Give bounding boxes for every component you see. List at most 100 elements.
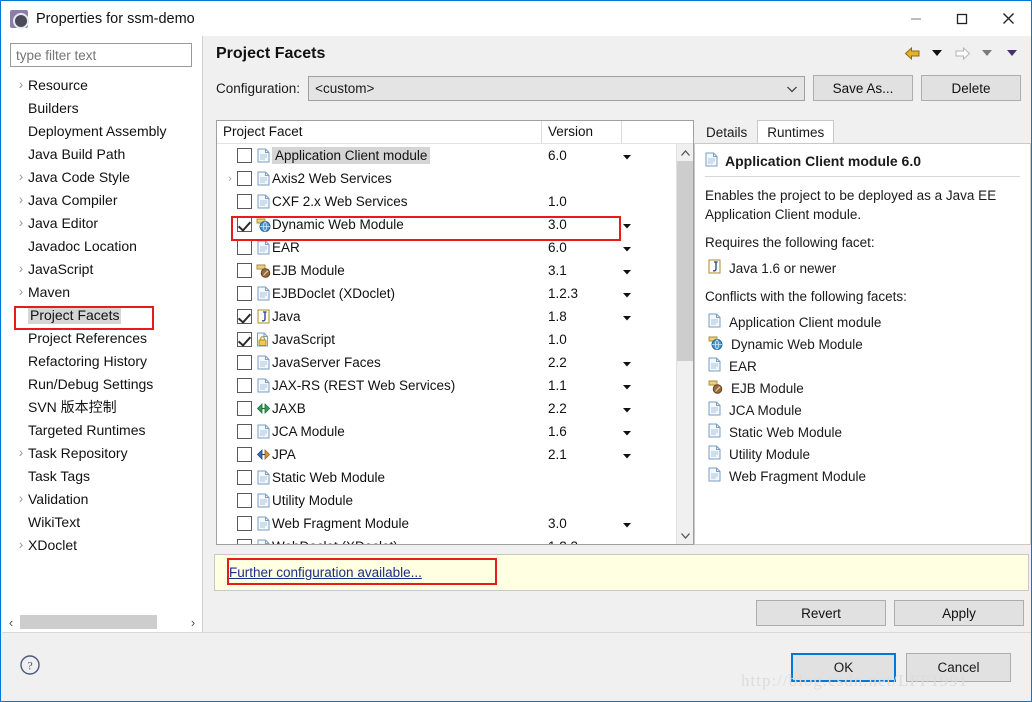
facet-version[interactable]: 2.2 — [548, 355, 567, 370]
expand-chevron-right-icon[interactable]: › — [14, 77, 28, 92]
facet-row[interactable]: JavaScript 1.0 — [217, 328, 693, 351]
more-menu-chevron-down-icon[interactable] — [1001, 43, 1023, 65]
sidebar-item-task-repository[interactable]: › Task Repository — [2, 441, 202, 464]
forward-menu-chevron-down-icon[interactable] — [976, 43, 998, 65]
version-dropdown-chevron-down-icon[interactable] — [622, 424, 632, 439]
facet-row[interactable]: Java 1.8 — [217, 305, 693, 328]
facet-version[interactable]: 2.2 — [548, 401, 567, 416]
scroll-down-chevron-down-icon[interactable] — [677, 527, 693, 544]
facet-version[interactable]: 6.0 — [548, 240, 567, 255]
apply-button[interactable]: Apply — [894, 600, 1024, 626]
expand-chevron-right-icon[interactable]: › — [14, 192, 28, 207]
facet-checkbox[interactable] — [237, 424, 252, 439]
scroll-up-chevron-up-icon[interactable] — [677, 144, 693, 161]
facet-version[interactable]: 3.1 — [548, 263, 567, 278]
facet-checkbox[interactable] — [237, 286, 252, 301]
sidebar-item-deployment-assembly[interactable]: Deployment Assembly — [2, 119, 202, 142]
expand-chevron-right-icon[interactable]: › — [223, 173, 237, 185]
facet-row[interactable]: Application Client module 6.0 — [217, 144, 693, 167]
version-dropdown-chevron-down-icon[interactable] — [622, 539, 632, 544]
facet-version[interactable]: 1.0 — [548, 194, 567, 209]
facet-version[interactable]: 1.1 — [548, 378, 567, 393]
version-dropdown-chevron-down-icon[interactable] — [622, 447, 632, 462]
hscroll-thumb[interactable] — [20, 615, 157, 629]
facet-checkbox[interactable] — [237, 309, 252, 324]
facet-row[interactable]: Utility Module — [217, 489, 693, 512]
facet-row[interactable]: Static Web Module — [217, 466, 693, 489]
maximize-button[interactable] — [939, 1, 985, 36]
facet-checkbox[interactable] — [237, 516, 252, 531]
sidebar-horizontal-scrollbar[interactable]: ‹ › — [2, 612, 202, 632]
facet-version[interactable]: 3.0 — [548, 217, 567, 232]
facet-row[interactable]: WebDoclet (XDoclet) 1.2.3 — [217, 535, 693, 544]
facets-scroll-thumb[interactable] — [677, 161, 693, 361]
sidebar-item-java-editor[interactable]: › Java Editor — [2, 211, 202, 234]
facet-checkbox[interactable] — [237, 493, 252, 508]
facet-version[interactable]: 1.8 — [548, 309, 567, 324]
version-dropdown-chevron-down-icon[interactable] — [622, 217, 632, 232]
save-as-button[interactable]: Save As... — [813, 75, 913, 101]
scroll-left-icon[interactable]: ‹ — [2, 612, 20, 632]
sidebar-item-project-references[interactable]: Project References — [2, 326, 202, 349]
scroll-right-icon[interactable]: › — [184, 612, 202, 632]
configuration-combobox[interactable]: <custom> — [308, 75, 805, 101]
version-dropdown-chevron-down-icon[interactable] — [622, 355, 632, 370]
facet-row[interactable]: EAR 6.0 — [217, 236, 693, 259]
facet-checkbox[interactable] — [237, 148, 252, 163]
sidebar-item-run-debug-settings[interactable]: Run/Debug Settings — [2, 372, 202, 395]
facet-checkbox[interactable] — [237, 355, 252, 370]
facet-row[interactable]: JAXB 2.2 — [217, 397, 693, 420]
facet-row[interactable]: JCA Module 1.6 — [217, 420, 693, 443]
facet-row[interactable]: CXF 2.x Web Services 1.0 — [217, 190, 693, 213]
version-dropdown-chevron-down-icon[interactable] — [622, 263, 632, 278]
tab-details[interactable]: Details — [696, 120, 758, 143]
facet-version[interactable]: 1.2.3 — [548, 539, 578, 544]
version-dropdown-chevron-down-icon[interactable] — [622, 148, 632, 163]
sidebar-item-xdoclet[interactable]: › XDoclet — [2, 533, 202, 556]
facet-row[interactable]: EJB Module 3.1 — [217, 259, 693, 282]
version-dropdown-chevron-down-icon[interactable] — [622, 240, 632, 255]
filter-input[interactable] — [10, 43, 192, 67]
sidebar-item-maven[interactable]: › Maven — [2, 280, 202, 303]
facet-checkbox[interactable] — [237, 263, 252, 278]
expand-chevron-right-icon[interactable]: › — [14, 491, 28, 506]
expand-chevron-right-icon[interactable]: › — [14, 284, 28, 299]
sidebar-item-java-build-path[interactable]: Java Build Path — [2, 142, 202, 165]
back-menu-chevron-down-icon[interactable] — [926, 43, 948, 65]
facet-row[interactable]: › Axis2 Web Services — [217, 167, 693, 190]
version-dropdown-chevron-down-icon[interactable] — [622, 516, 632, 531]
sidebar-item-project-facets[interactable]: Project Facets — [2, 303, 202, 326]
facet-version[interactable]: 3.0 — [548, 516, 567, 531]
sidebar-item-javadoc-location[interactable]: Javadoc Location — [2, 234, 202, 257]
help-question-icon[interactable]: ? — [19, 654, 41, 676]
sidebar-item-java-compiler[interactable]: › Java Compiler — [2, 188, 202, 211]
facet-checkbox[interactable] — [237, 240, 252, 255]
column-header-project-facet[interactable]: Project Facet — [217, 121, 542, 143]
facet-version[interactable]: 1.0 — [548, 332, 567, 347]
facet-checkbox[interactable] — [237, 378, 252, 393]
expand-chevron-right-icon[interactable]: › — [14, 537, 28, 552]
version-dropdown-chevron-down-icon[interactable] — [622, 309, 632, 324]
back-arrow-icon[interactable] — [901, 43, 923, 65]
close-button[interactable] — [985, 1, 1031, 36]
facet-checkbox[interactable] — [237, 470, 252, 485]
sidebar-item-refactoring-history[interactable]: Refactoring History — [2, 349, 202, 372]
expand-chevron-right-icon[interactable]: › — [14, 445, 28, 460]
delete-button[interactable]: Delete — [921, 75, 1021, 101]
facet-version[interactable]: 1.6 — [548, 424, 567, 439]
sidebar-item-svn[interactable]: SVN 版本控制 — [2, 395, 202, 418]
hscroll-track[interactable] — [20, 615, 184, 629]
facet-version[interactable]: 2.1 — [548, 447, 567, 462]
facet-checkbox[interactable] — [237, 194, 252, 209]
expand-chevron-right-icon[interactable]: › — [14, 261, 28, 276]
facet-checkbox[interactable] — [237, 217, 252, 232]
sidebar-item-wikitext[interactable]: WikiText — [2, 510, 202, 533]
facets-vertical-scrollbar[interactable] — [676, 144, 693, 544]
revert-button[interactable]: Revert — [756, 600, 886, 626]
further-configuration-link[interactable]: Further configuration available... — [229, 565, 422, 580]
sidebar-item-java-code-style[interactable]: › Java Code Style — [2, 165, 202, 188]
facet-checkbox[interactable] — [237, 171, 252, 186]
column-header-version[interactable]: Version — [542, 121, 622, 143]
forward-arrow-icon[interactable] — [951, 43, 973, 65]
facet-row[interactable]: EJBDoclet (XDoclet) 1.2.3 — [217, 282, 693, 305]
